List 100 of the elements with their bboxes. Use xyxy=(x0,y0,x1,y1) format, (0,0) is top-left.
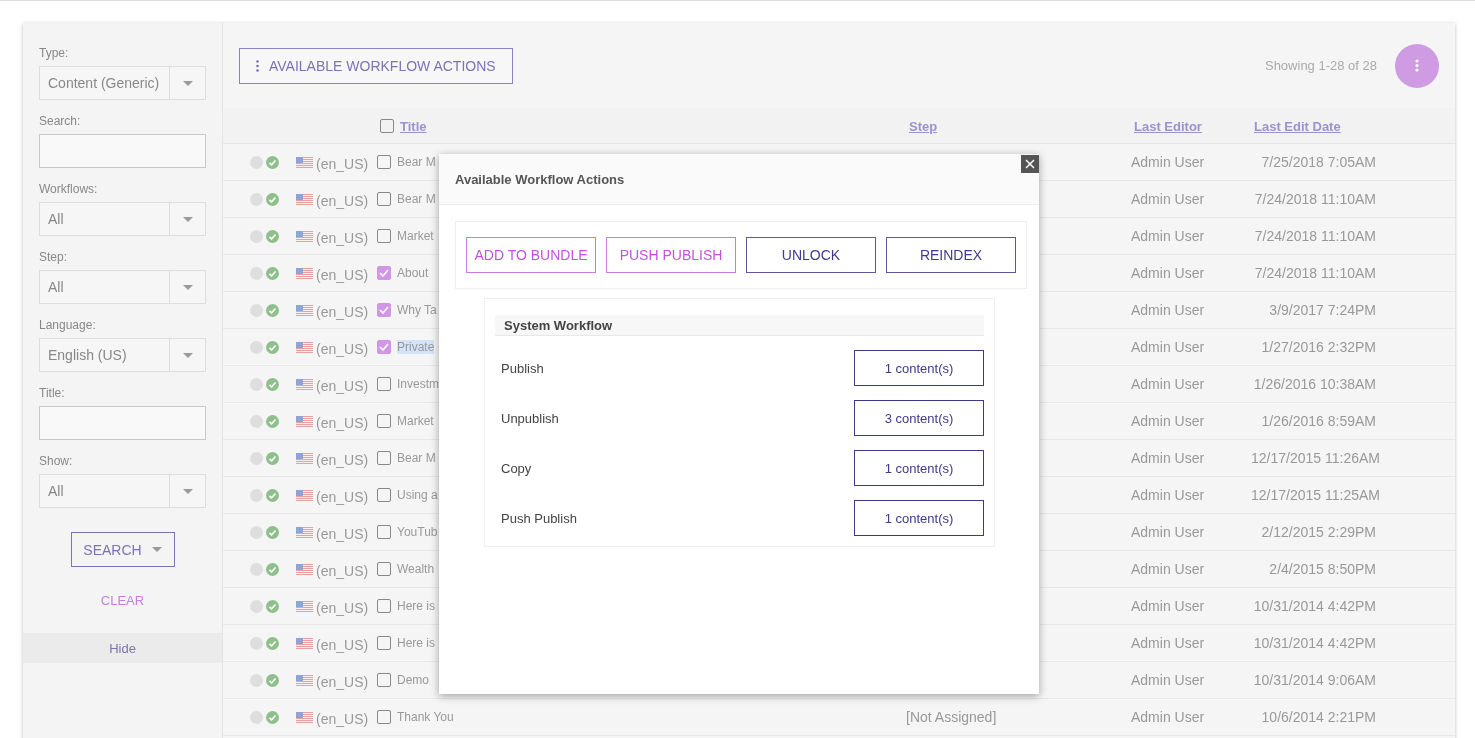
language-code: (en_US) xyxy=(316,562,370,579)
date-cell-text: 10/31/2014 9:06AM xyxy=(1252,672,1376,688)
row-checkbox[interactable] xyxy=(377,377,391,391)
title-cell[interactable]: Market xyxy=(397,229,434,243)
title-cell[interactable]: Market xyxy=(397,414,434,428)
flag-icon xyxy=(296,304,313,316)
language-code: (en_US) xyxy=(316,414,370,431)
editor-cell-text: Admin User xyxy=(1131,339,1206,355)
language-code: (en_US) xyxy=(316,303,370,320)
row-checkbox[interactable] xyxy=(377,229,391,243)
action-button[interactable]: PUSH PUBLISH xyxy=(606,237,736,273)
row-checkbox[interactable] xyxy=(377,488,391,502)
title-cell[interactable]: Bear M xyxy=(397,192,436,206)
title-cell[interactable]: Bear M xyxy=(397,451,436,465)
title-cell[interactable]: Here is xyxy=(397,599,435,613)
flag-icon xyxy=(296,563,313,575)
select-field[interactable]: Content (Generic) xyxy=(39,66,206,100)
check-circle-icon xyxy=(266,229,279,243)
row-checkbox[interactable] xyxy=(377,414,391,428)
row-checkbox[interactable] xyxy=(377,266,391,280)
editor-cell-text: Admin User xyxy=(1131,154,1206,170)
title-cell[interactable]: Why Ta xyxy=(397,303,437,317)
filter-label: Title: xyxy=(39,386,66,400)
title-cell[interactable]: Here is xyxy=(397,636,435,650)
column-header[interactable]: Last Editor xyxy=(1134,118,1202,134)
title-cell[interactable]: About xyxy=(397,266,429,280)
row-checkbox[interactable] xyxy=(377,155,391,169)
select-all-checkbox[interactable] xyxy=(380,118,394,133)
flag-icon xyxy=(296,600,313,612)
close-button[interactable] xyxy=(1021,155,1039,173)
flag-icon xyxy=(296,526,313,538)
row-checkbox[interactable] xyxy=(377,636,391,650)
column-header[interactable]: Step xyxy=(909,118,938,134)
filter-label: Type: xyxy=(39,46,70,60)
flag-icon xyxy=(296,156,313,168)
row-checkbox[interactable] xyxy=(377,192,391,206)
title-cell[interactable]: Demo xyxy=(397,673,429,687)
editor-cell-text: Admin User xyxy=(1131,561,1206,577)
hide-link[interactable]: Hide xyxy=(23,633,222,663)
caret-icon xyxy=(182,216,193,222)
language-code: (en_US) xyxy=(316,451,370,468)
flag-icon xyxy=(296,193,313,205)
check-circle-icon xyxy=(266,377,279,391)
action-button[interactable]: ADD TO BUNDLE xyxy=(466,237,596,273)
date-cell-text: 2/12/2015 2:29PM xyxy=(1260,524,1376,540)
caret-icon xyxy=(182,352,193,358)
row-checkbox[interactable] xyxy=(377,525,391,539)
date-cell-text: 7/24/2018 11:10AM xyxy=(1253,228,1376,244)
select-field[interactable]: English (US) xyxy=(39,338,206,372)
row-checkbox[interactable] xyxy=(377,599,391,613)
filter-label: Step: xyxy=(39,250,69,264)
input-field[interactable] xyxy=(39,406,206,440)
language-code: (en_US) xyxy=(316,636,370,653)
date-cell-text: 7/24/2018 11:10AM xyxy=(1253,191,1376,207)
step-name: Push Publish xyxy=(501,510,577,526)
workflow-name: System Workflow xyxy=(495,315,984,336)
date-cell-text: 1/26/2016 10:38AM xyxy=(1252,376,1376,392)
menu-button[interactable] xyxy=(1395,43,1439,88)
filter-label: Show: xyxy=(39,454,74,468)
editor-cell-text: Admin User xyxy=(1131,302,1206,318)
flag-icon xyxy=(296,341,313,353)
row-checkbox[interactable] xyxy=(377,340,391,354)
title-cell[interactable]: YouTub xyxy=(397,525,438,539)
row-checkbox[interactable] xyxy=(377,710,391,724)
row-checkbox[interactable] xyxy=(377,303,391,317)
select-field[interactable]: All xyxy=(39,202,206,236)
row-checkbox[interactable] xyxy=(377,451,391,465)
check-circle-icon xyxy=(266,303,279,317)
workflow-actions-button[interactable]: AVAILABLE WORKFLOW ACTIONS xyxy=(239,47,513,84)
title-cell[interactable]: Investm xyxy=(397,377,439,391)
action-button[interactable]: UNLOCK xyxy=(746,237,876,273)
date-cell-text: 10/6/2014 2:21PM xyxy=(1260,709,1376,725)
check-circle-icon xyxy=(266,710,279,724)
title-cell[interactable]: Private xyxy=(397,340,435,354)
flag-icon xyxy=(296,711,313,723)
select-field[interactable]: All xyxy=(39,270,206,304)
check-circle-icon xyxy=(266,266,279,280)
input-field[interactable] xyxy=(39,134,206,168)
select-field[interactable]: All xyxy=(39,474,206,508)
content-count-button[interactable]: 3 content(s) xyxy=(854,400,984,436)
column-header[interactable]: Title xyxy=(400,118,427,134)
clear-link[interactable]: CLEAR xyxy=(94,592,151,609)
row-checkbox[interactable] xyxy=(377,562,391,576)
title-cell[interactable]: Bear M xyxy=(397,155,436,169)
content-count-button[interactable]: 1 content(s) xyxy=(854,350,984,386)
date-cell-text: 10/31/2014 4:42PM xyxy=(1252,635,1376,651)
title-cell[interactable]: Wealth xyxy=(397,562,435,576)
title-cell[interactable]: Thank You xyxy=(397,710,454,724)
content-count-button[interactable]: 1 content(s) xyxy=(854,450,984,486)
search-button[interactable]: SEARCH xyxy=(70,532,175,567)
action-button[interactable]: REINDEX xyxy=(886,237,1016,273)
content-count-button[interactable]: 1 content(s) xyxy=(854,500,984,536)
date-cell-text: 10/31/2014 4:42PM xyxy=(1252,598,1376,614)
title-cell[interactable]: Using a xyxy=(397,488,438,502)
date-cell-text: 7/24/2018 11:10AM xyxy=(1253,265,1376,281)
column-header[interactable]: Last Edit Date xyxy=(1254,118,1341,134)
row-checkbox[interactable] xyxy=(377,673,391,687)
editor-cell-text: Admin User xyxy=(1131,413,1206,429)
filter-label: Language: xyxy=(39,318,97,332)
editor-cell-text: Admin User xyxy=(1131,635,1206,651)
